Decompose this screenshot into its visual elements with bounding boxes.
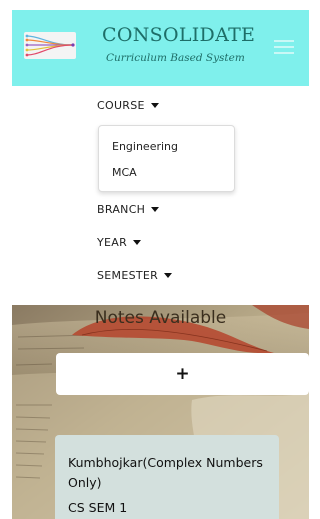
notes-section: Notes Available + Kumbhojkar(Complex Num… [12,305,309,519]
dropdown-item-mca[interactable]: MCA [112,166,137,179]
note-card[interactable]: Kumbhojkar(Complex Numbers Only) CS SEM … [55,435,279,519]
year-dropdown-toggle[interactable]: YEAR [97,236,142,249]
brand-subtitle: Curriculum Based System [106,52,245,64]
year-label: YEAR [97,236,128,249]
hamburger-bar [274,52,294,54]
caret-down-icon [133,239,142,245]
navbar: CONSOLIDATE Curriculum Based System [12,10,309,86]
course-dropdown-menu: Engineering MCA [98,125,235,192]
logo-graphic [25,34,75,57]
note-semester: CS SEM 1 [68,500,128,515]
semester-dropdown-toggle[interactable]: SEMESTER [97,269,173,282]
note-title: Kumbhojkar(Complex Numbers Only) [68,455,263,490]
app-frame: CONSOLIDATE Curriculum Based System COUR… [12,10,309,519]
dropdown-item-engineering[interactable]: Engineering [112,140,178,153]
brand-title[interactable]: CONSOLIDATE [102,24,255,46]
caret-down-icon [164,272,173,278]
caret-down-icon [151,206,160,212]
notes-heading: Notes Available [94,308,227,328]
semester-label: SEMESTER [97,269,159,282]
hamburger-bar [274,46,294,48]
caret-down-icon [150,102,159,108]
branch-label: BRANCH [97,203,146,216]
hamburger-bar [274,40,294,42]
branch-dropdown-toggle[interactable]: BRANCH [97,203,160,216]
add-note-button[interactable]: + [56,353,309,395]
course-label: COURSE [97,99,145,112]
network-lines-logo[interactable] [24,32,76,59]
hamburger-menu-icon[interactable] [272,37,296,57]
course-dropdown-toggle[interactable]: COURSE [97,99,159,112]
